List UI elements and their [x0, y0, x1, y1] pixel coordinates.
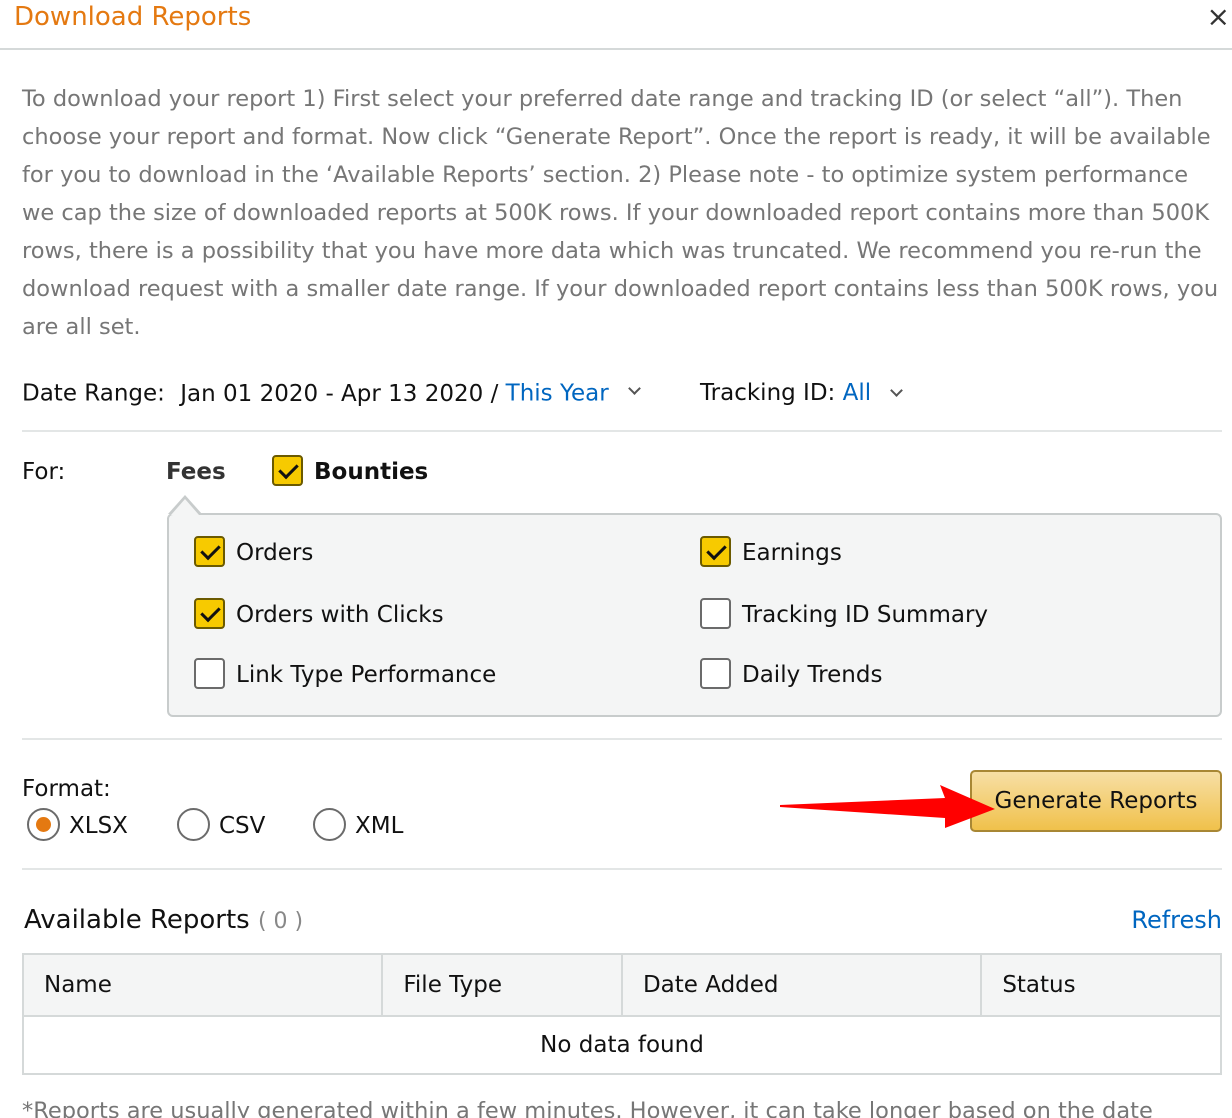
close-icon[interactable]: ×	[1207, 1, 1230, 33]
link-type-performance-checkbox[interactable]	[194, 658, 225, 689]
earnings-checkbox[interactable]	[700, 536, 731, 567]
chevron-down-icon[interactable]	[890, 384, 904, 397]
tab-fees[interactable]: Fees	[166, 455, 226, 489]
date-preset-link[interactable]: This Year	[506, 381, 609, 407]
option-label: Daily Trends	[742, 662, 883, 688]
available-reports-heading: Available Reports ( 0 )	[24, 902, 303, 940]
instructions-text: To download your report 1) First select …	[22, 86, 1219, 340]
option-label: Orders with Clicks	[236, 602, 444, 628]
tracking-id-summary-checkbox[interactable]	[700, 598, 731, 629]
format-label: Format:	[22, 776, 111, 802]
daily-trends-checkbox[interactable]	[700, 658, 731, 689]
option-label: Link Type Performance	[236, 662, 497, 688]
empty-table-message: No data found	[22, 1015, 1222, 1075]
red-arrow-annotation	[780, 785, 995, 828]
tracking-id-selector[interactable]: Tracking ID: All	[700, 375, 904, 411]
column-header-date-added: Date Added	[620, 953, 983, 1017]
format-csv[interactable]: CSV	[177, 808, 265, 844]
date-range-value: Jan 01 2020 - Apr 13 2020 /	[180, 380, 499, 407]
radio-label: CSV	[219, 813, 266, 839]
generate-reports-button[interactable]: Generate Reports	[970, 770, 1222, 832]
tab-bounties-label: Bounties	[314, 459, 429, 485]
available-reports-title: Available Reports	[24, 905, 250, 935]
tracking-id-value[interactable]: All	[843, 380, 872, 406]
option-label: Earnings	[742, 540, 842, 566]
xlsx-radio[interactable]	[27, 808, 60, 841]
format-xml[interactable]: XML	[313, 808, 403, 844]
dialog-header: Download Reports ×	[0, 0, 1232, 50]
orders-with-clicks-checkbox[interactable]	[194, 598, 225, 629]
csv-radio[interactable]	[177, 808, 210, 841]
footnote-text: *Reports are usually generated within a …	[22, 1098, 1153, 1118]
tracking-id-label: Tracking ID:	[700, 380, 836, 406]
divider	[22, 430, 1222, 432]
table-row: No data found	[22, 1015, 1222, 1075]
orders-checkbox[interactable]	[194, 536, 225, 567]
option-label: Orders	[236, 540, 314, 566]
divider	[22, 738, 1222, 740]
chevron-down-icon[interactable]	[628, 382, 641, 395]
option-tracking-id-summary[interactable]: Tracking ID Summary	[700, 598, 988, 632]
column-header-file-type: File Type	[381, 953, 623, 1017]
reports-table: Name File Type Date Added Status No data…	[21, 953, 1222, 1075]
date-range-label: Date Range:	[22, 380, 165, 407]
tab-bounties[interactable]: Bounties	[272, 455, 428, 489]
bounties-checkbox[interactable]	[272, 455, 303, 486]
table-header-row: Name File Type Date Added Status	[21, 953, 1222, 1017]
column-header-status: Status	[980, 953, 1222, 1017]
refresh-link[interactable]: Refresh	[1131, 902, 1222, 938]
option-daily-trends[interactable]: Daily Trends	[700, 658, 882, 692]
date-range-selector[interactable]: Date Range: Jan 01 2020 - Apr 13 2020 / …	[22, 375, 641, 411]
format-xlsx[interactable]: XLSX	[27, 808, 128, 844]
divider	[22, 868, 1222, 870]
dialog-title: Download Reports	[14, 2, 252, 32]
option-link-type-performance[interactable]: Link Type Performance	[194, 658, 496, 692]
option-orders-with-clicks[interactable]: Orders with Clicks	[194, 598, 444, 632]
for-label: For:	[22, 459, 66, 485]
column-header-name: Name	[21, 953, 384, 1017]
radio-label: XML	[355, 813, 404, 839]
option-label: Tracking ID Summary	[742, 602, 989, 628]
option-orders[interactable]: Orders	[194, 536, 313, 570]
xml-radio[interactable]	[313, 808, 346, 841]
available-reports-count: ( 0 )	[257, 909, 304, 934]
option-earnings[interactable]: Earnings	[700, 536, 842, 570]
radio-label: XLSX	[69, 813, 128, 839]
